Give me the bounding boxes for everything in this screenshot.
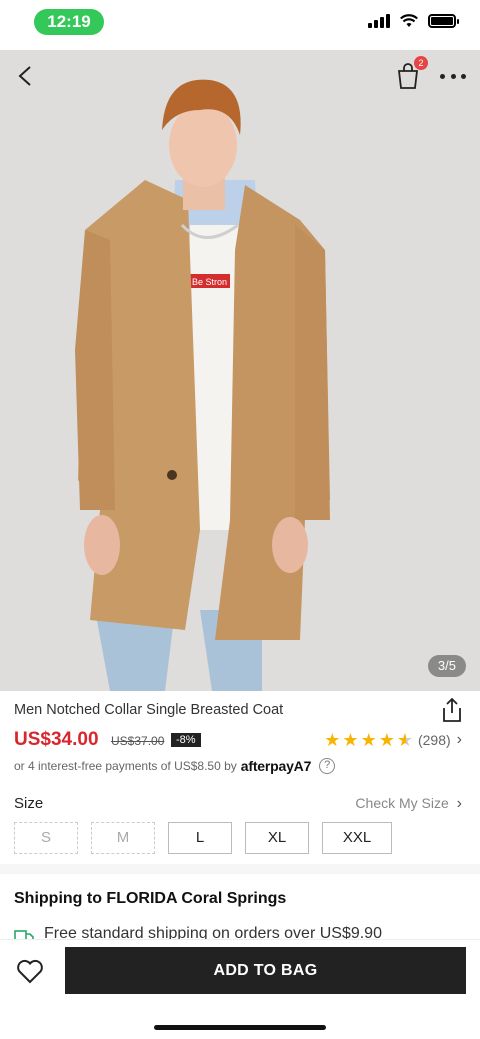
discount-badge: -8% [171,733,201,747]
product-photo: Be Stron [0,50,480,691]
chevron-right-icon: › [456,795,462,812]
size-option-xxl[interactable]: XXL [322,822,392,854]
size-option-s[interactable]: S [14,822,78,854]
status-icons [368,14,459,28]
add-to-bag-button[interactable]: ADD TO BAG [65,947,466,994]
chevron-right-icon: › [456,731,462,748]
size-option-l[interactable]: L [168,822,232,854]
installments-row: or 4 interest-free payments of US$8.50 b… [14,758,336,774]
size-option-m[interactable]: M [91,822,155,854]
more-icon[interactable] [440,64,466,88]
half-star-icon: ★ [396,730,413,750]
home-indicator [154,1025,326,1030]
bottom-action-bar: ADD TO BAG [0,939,480,1039]
product-title: Men Notched Collar Single Breasted Coat [14,702,284,718]
battery-icon [428,14,459,28]
original-price: US$37.00 [111,734,165,748]
size-options: S M L XL XXL [14,822,392,854]
sale-price: US$34.00 [14,729,99,750]
back-icon[interactable] [14,64,38,88]
shipping-free-row: Free standard shipping on orders over US… [14,925,480,939]
gallery-pager: 3/5 [427,655,466,677]
tee-print-text: Be Stron [192,277,227,287]
status-bar: 12:19 [0,0,480,50]
info-icon[interactable]: ? [319,758,336,774]
share-icon[interactable] [440,697,464,723]
star-icon: ★ [324,730,341,750]
cellular-signal-icon [368,14,390,28]
free-shipping-text: Free standard shipping on orders over US… [44,925,382,939]
size-label: Size [14,795,44,812]
star-icon: ★ [342,730,359,750]
truck-icon [14,930,34,939]
installments-text: or 4 interest-free payments of US$8.50 b… [14,759,237,773]
check-my-size-link[interactable]: Check My Size › [355,795,462,813]
star-icon: ★ [360,730,377,750]
size-option-xl[interactable]: XL [245,822,309,854]
cart-count-badge: 2 [414,56,428,70]
section-divider [0,864,480,874]
afterpay-mark: A7 [293,758,312,774]
heart-icon[interactable] [16,958,44,984]
status-time: 12:19 [34,9,104,35]
star-icon: ★ [378,730,395,750]
rating-summary[interactable]: ★ ★ ★ ★ ★ (298) › [324,731,462,749]
shipping-title[interactable]: Shipping to FLORIDA Coral Springs [14,890,286,908]
review-count: (298) [417,732,451,748]
product-image-gallery[interactable]: Be Stron 2 3/5 [0,50,480,691]
afterpay-logo[interactable]: afterpayA7 [241,758,312,774]
wifi-icon [400,14,418,27]
